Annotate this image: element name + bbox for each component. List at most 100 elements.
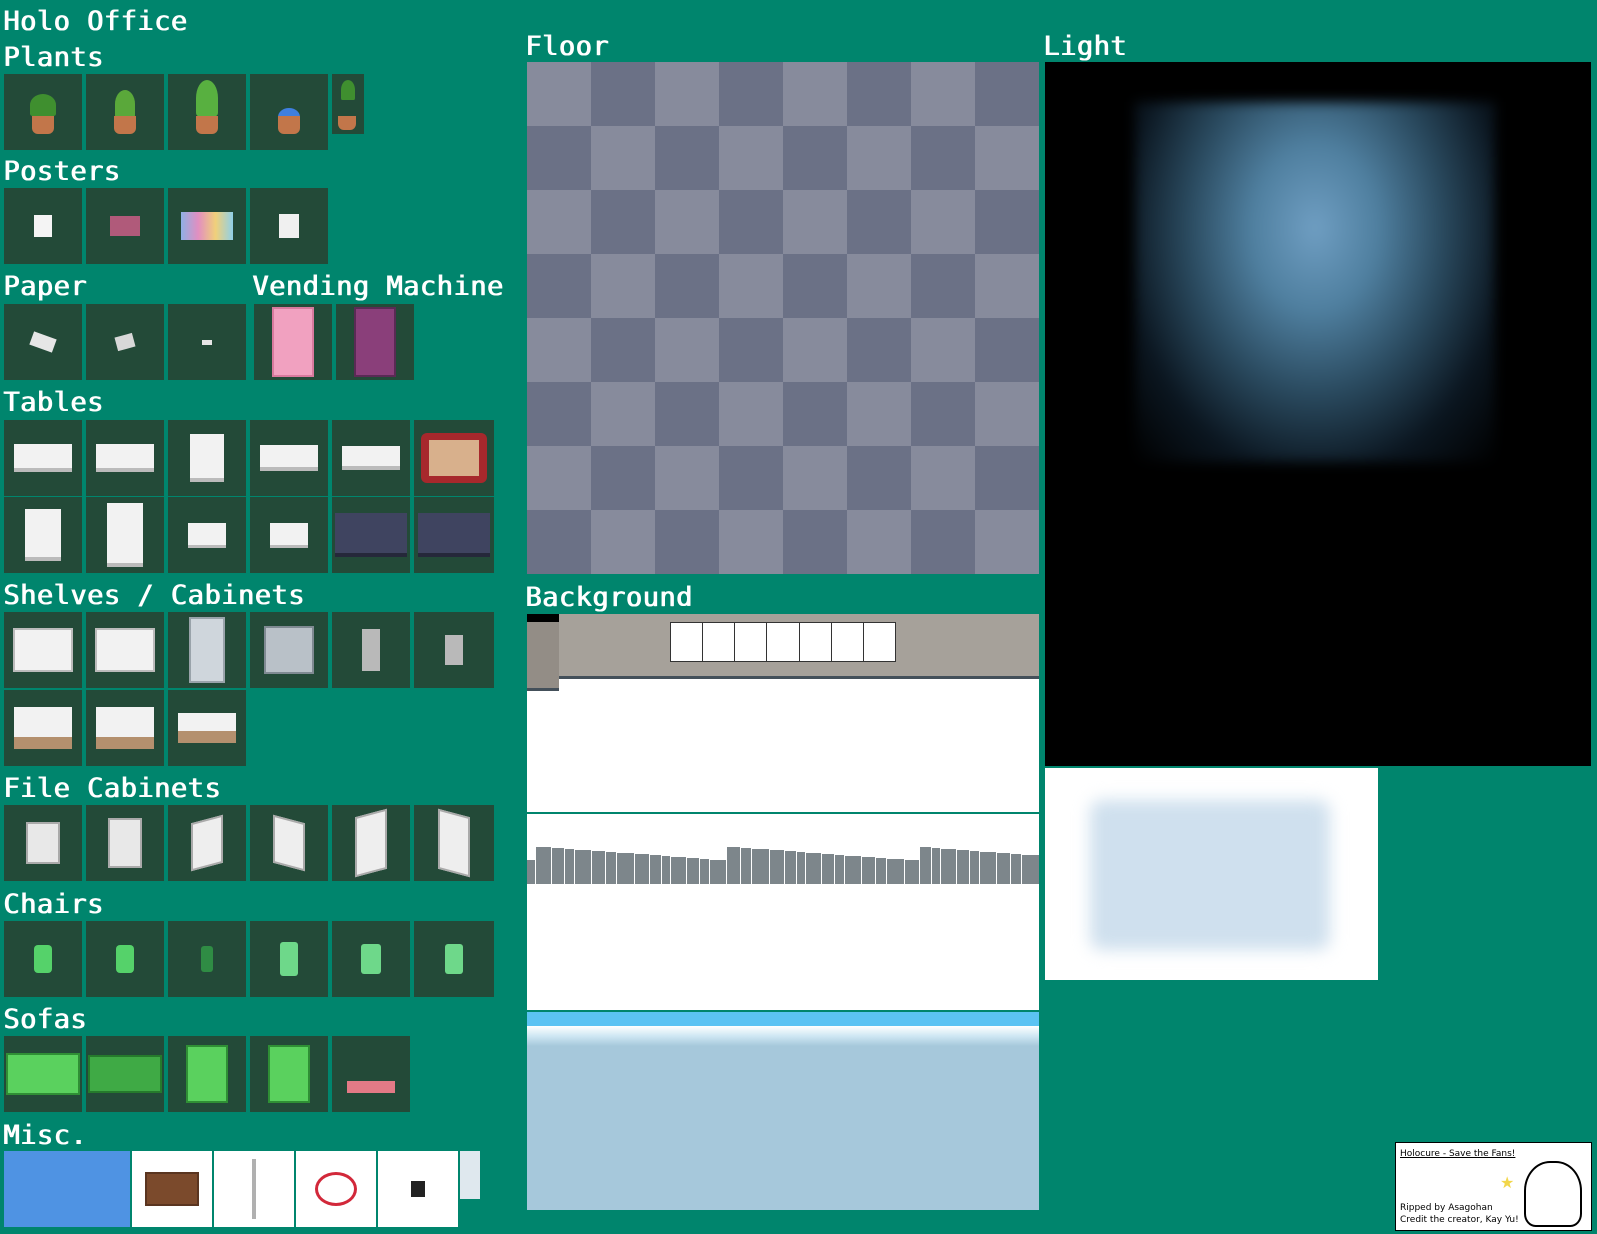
credit-creator: Credit the creator, Kay Yu!: [1400, 1215, 1519, 1225]
floor-tile: [719, 190, 783, 254]
table-sprite-4: [250, 420, 328, 496]
chair-sprite-5: [332, 921, 410, 997]
floor-tile: [847, 382, 911, 446]
sky-background: [527, 1012, 1039, 1210]
table-sprite-10: [250, 497, 328, 573]
plant-sprite-3: [168, 74, 246, 150]
skyline-building: [862, 857, 875, 884]
table-sprite-12: [414, 497, 494, 573]
counter-sprite-1: [4, 690, 82, 766]
floor-tile: [847, 318, 911, 382]
floor-tile: [655, 254, 719, 318]
floor-tile: [655, 318, 719, 382]
skyline-building: [592, 851, 605, 884]
table-sprite-7: [4, 497, 82, 573]
skyline-building: [710, 860, 726, 884]
floor-label: Floor: [525, 31, 609, 62]
skyline-building: [785, 851, 796, 884]
skyline-building: [1011, 854, 1021, 884]
poster-sprite-3: [168, 188, 246, 264]
paper-sprite-3: [168, 304, 246, 380]
chair-sprite-4: [250, 921, 328, 997]
background-label: Background: [525, 582, 693, 613]
plant-sprite-4: [250, 74, 328, 150]
tricycle-sprite: [296, 1151, 376, 1227]
mascot-icon: [1524, 1161, 1582, 1227]
table-sprite-9: [168, 497, 246, 573]
file-cabinet-sprite-4: [250, 805, 328, 881]
table-sprite-6: [414, 420, 494, 496]
skyline-building: [997, 853, 1010, 884]
skyline-building: [671, 857, 686, 884]
floor-tile: [783, 62, 847, 126]
light-overlay-large: [1045, 62, 1591, 766]
skyline-building: [741, 848, 751, 884]
floor-tile: [527, 254, 591, 318]
floor-tile: [655, 190, 719, 254]
skyline-building: [770, 850, 784, 884]
credit-ripper: Ripped by Asagohan: [1400, 1203, 1493, 1213]
skyline-building: [606, 852, 616, 884]
skyline-building: [835, 855, 844, 884]
floor-tile: [527, 62, 591, 126]
skyline-building: [797, 852, 805, 884]
skyline-building: [727, 847, 740, 884]
floor-tile: [591, 510, 655, 574]
cabinet-sprite-1: [332, 612, 410, 688]
city-skyline-background: [527, 814, 1039, 1010]
plant-sprite-5: [332, 74, 364, 134]
floor-tile: [719, 254, 783, 318]
floor-tile: [527, 318, 591, 382]
skyline-building: [552, 848, 564, 884]
floor-tile: [847, 62, 911, 126]
table-sprite-11: [332, 497, 410, 573]
window-panes: [670, 622, 896, 662]
floor-tile: [783, 126, 847, 190]
floor-tile: [591, 446, 655, 510]
floor-tile: [911, 254, 975, 318]
floor-tile: [847, 190, 911, 254]
chair-sprite-6: [414, 921, 494, 997]
floor-tile: [911, 510, 975, 574]
skyline-building: [845, 856, 861, 884]
posters-label: Posters: [3, 156, 121, 187]
skyline-building: [905, 860, 919, 884]
file-cabinet-sprite-5: [332, 805, 410, 881]
cabinet-sprite-2: [414, 612, 494, 688]
skyline-building: [932, 848, 940, 884]
floor-tile: [847, 446, 911, 510]
skyline-building: [752, 849, 769, 884]
fridge-sprite: [168, 612, 246, 688]
floor-tiles: [527, 62, 1039, 574]
floor-tile: [847, 126, 911, 190]
floor-tile: [975, 510, 1039, 574]
misc-label: Misc.: [3, 1120, 87, 1151]
skyline-building: [876, 858, 886, 884]
floor-tile: [719, 510, 783, 574]
skyline-building: [575, 850, 591, 884]
floor-tile: [655, 382, 719, 446]
floor-tile: [847, 510, 911, 574]
floor-tile: [975, 126, 1039, 190]
vending-machine-sprite-1: [254, 304, 332, 380]
skyline-building: [527, 860, 535, 884]
skyline-building: [941, 849, 956, 884]
poster-sprite-4: [250, 188, 328, 264]
file-cabinet-sprite-3: [168, 805, 246, 881]
skyline-building: [970, 851, 979, 884]
skyline-building: [822, 854, 834, 884]
vending-label: Vending Machine: [252, 271, 504, 302]
file-cabinet-sprite-1: [4, 805, 82, 881]
light-label: Light: [1043, 31, 1127, 62]
floor-tile: [911, 318, 975, 382]
floor-tile: [591, 254, 655, 318]
floor-tile: [719, 126, 783, 190]
counter-sprite-3: [168, 690, 246, 766]
floor-tile: [975, 446, 1039, 510]
floor-tile: [655, 126, 719, 190]
floor-tile: [911, 190, 975, 254]
file-cabinet-sprite-6: [414, 805, 494, 881]
skyline-building: [650, 855, 661, 884]
sofa-sprite-1: [4, 1036, 82, 1112]
chairs-label: Chairs: [3, 889, 104, 920]
